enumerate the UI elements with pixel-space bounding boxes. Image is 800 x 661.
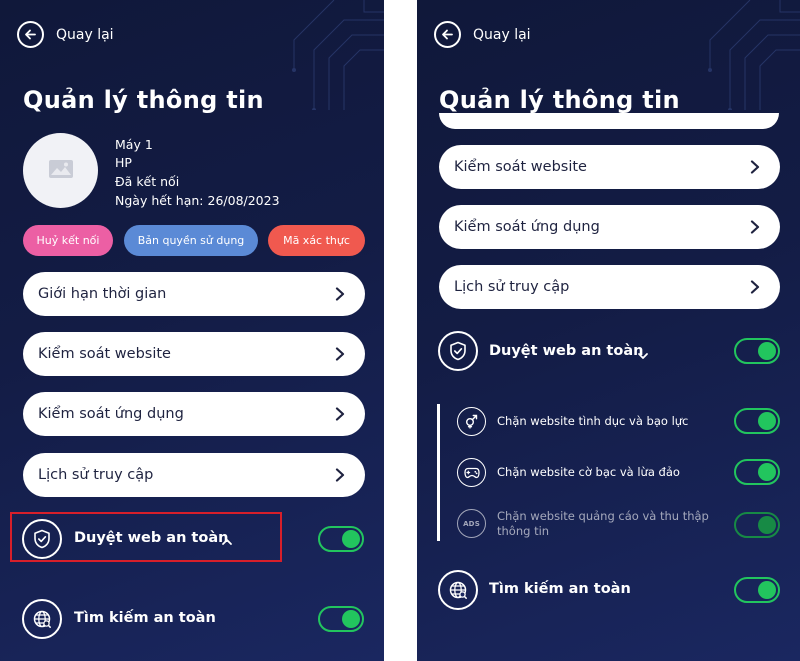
menu-item-website-control[interactable]: Kiểm soát website [23, 332, 365, 376]
menu-item-label: Kiểm soát website [38, 346, 171, 362]
globe-icon [438, 570, 478, 610]
right-subpanel: Chặn website tình dục và bạo lực Chặn we… [417, 0, 800, 661]
safe-search-toggle[interactable] [734, 577, 780, 603]
device-status: Đã kết nối [115, 174, 180, 189]
chevron-right-icon [335, 287, 345, 301]
device-avatar [23, 133, 98, 208]
left-phone-screen: Quay lại Quản lý thông tin Máy 1 HP Đã k… [0, 0, 384, 661]
device-name: Máy 1 [115, 137, 153, 152]
image-placeholder-icon [48, 159, 74, 183]
back-button[interactable]: Quay lại [17, 21, 114, 48]
shield-icon [22, 519, 62, 559]
chevron-right-icon [335, 468, 345, 482]
globe-icon [22, 599, 62, 639]
toggle-knob [758, 516, 776, 534]
toggle-knob [342, 610, 360, 628]
menu-item-label: Giới hạn thời gian [38, 286, 167, 302]
arrow-left-icon [17, 21, 44, 48]
safe-search-label: Tìm kiếm an toàn [489, 581, 631, 597]
gender-icon [457, 407, 486, 436]
menu-item-label: Kiểm soát ứng dụng [38, 406, 184, 422]
toggle-knob [342, 530, 360, 548]
safe-search-toggle[interactable] [318, 606, 364, 632]
gamepad-icon [457, 458, 486, 487]
device-expiry: Ngày hết hạn: 26/08/2023 [115, 193, 280, 208]
toggle-knob [758, 463, 776, 481]
license-button[interactable]: Bản quyền sử dụng [124, 225, 258, 256]
menu-item-label: Lịch sử truy cập [38, 467, 154, 483]
block-adult-violence-toggle[interactable] [734, 408, 780, 434]
safe-browsing-label: Duyệt web an toàn [74, 530, 229, 546]
sub-option-label: Chặn website tình dục và bạo lực [497, 414, 689, 428]
block-gambling-fraud-toggle[interactable] [734, 459, 780, 485]
menu-item-time-limit[interactable]: Giới hạn thời gian [23, 272, 365, 316]
disconnect-button[interactable]: Huỷ kết nối [23, 225, 113, 256]
device-brand: HP [115, 155, 132, 170]
chevron-up-icon[interactable] [221, 532, 233, 551]
chevron-right-icon [335, 347, 345, 361]
chevron-right-icon [335, 407, 345, 421]
toggle-knob [758, 412, 776, 430]
safe-search-label: Tìm kiếm an toàn [74, 610, 216, 626]
auth-code-button[interactable]: Mã xác thực [268, 225, 365, 256]
sub-option-label: Chặn website quảng cáo và thu thập thông… [497, 509, 709, 538]
ads-icon: ADS [457, 509, 486, 538]
menu-item-app-control[interactable]: Kiểm soát ứng dụng [23, 392, 365, 436]
block-ads-tracking-toggle[interactable] [734, 512, 780, 538]
safe-browsing-toggle[interactable] [318, 526, 364, 552]
toggle-knob [758, 581, 776, 599]
back-label: Quay lại [56, 26, 114, 43]
ads-icon-text: ADS [463, 519, 480, 528]
sub-option-label: Chặn website cờ bạc và lừa đảo [497, 465, 680, 479]
menu-item-access-history[interactable]: Lịch sử truy cập [23, 453, 365, 497]
page-title: Quản lý thông tin [23, 86, 264, 114]
